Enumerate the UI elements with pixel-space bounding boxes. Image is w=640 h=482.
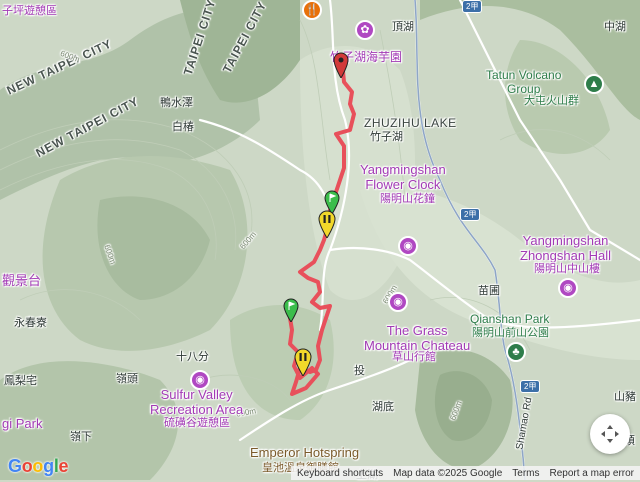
poi-label-flower-clock-zh[interactable]: 陽明山花鐘	[380, 192, 435, 207]
end-pin-icon[interactable]	[333, 52, 349, 78]
place-label: 鴨水澤	[160, 97, 193, 109]
terms-link[interactable]: Terms	[512, 468, 539, 479]
place-label: 中湖	[604, 21, 626, 33]
camera-icon[interactable]: ◉	[558, 278, 578, 298]
pause-pin-icon[interactable]	[318, 210, 336, 238]
pause-pin-icon[interactable]	[294, 348, 312, 376]
poi-label-sulfur-valley[interactable]: Sulfur Valley Recreation Area	[150, 387, 243, 417]
restaurant-icon[interactable]: 🍴	[302, 0, 322, 20]
poi-label-grass-mountain[interactable]: The Grass Mountain Chateau	[364, 323, 470, 353]
poi-label-zhongshan-hall[interactable]: Yangmingshan Zhongshan Hall	[520, 233, 611, 263]
poi-label-emperor-hotspring[interactable]: Emperor Hotspring	[250, 445, 359, 460]
keyboard-shortcuts-link[interactable]: Keyboard shortcuts	[297, 468, 383, 479]
camera-icon[interactable]: ◉	[388, 292, 408, 312]
map-footer: Keyboard shortcuts Map data ©2025 Google…	[290, 466, 640, 480]
poi-label-flower-clock[interactable]: Yangmingshan Flower Clock	[360, 162, 446, 192]
place-label: 十八分	[176, 351, 209, 363]
place-label: 白椿	[172, 121, 194, 133]
tree-icon[interactable]: ♣	[506, 342, 526, 362]
camera-control-button[interactable]	[590, 414, 630, 454]
place-label: 永春寮	[14, 317, 47, 329]
place-label: 子坪遊憩區	[2, 5, 57, 17]
poi-label-tatun[interactable]: Tatun Volcano Group	[486, 68, 561, 96]
poi-label-qianshan-zh[interactable]: 陽明山前山公園	[472, 326, 549, 340]
poi-label-grass-mountain-zh[interactable]: 草山行館	[392, 350, 436, 365]
volcano-icon[interactable]: ▲	[584, 74, 604, 94]
place-label: 嶺頭	[116, 373, 138, 385]
place-label: 嶺下	[70, 431, 92, 443]
place-label: 山豬	[614, 391, 636, 403]
start-flag-icon[interactable]	[283, 298, 299, 322]
place-label: 觀景台	[2, 273, 42, 288]
camera-icon[interactable]: ◉	[398, 236, 418, 256]
road-badge: 2甲	[460, 208, 481, 221]
poi-label-sulfur-valley-zh[interactable]: 硫磺谷遊憩區	[164, 416, 230, 431]
place-label: 湖底	[372, 401, 394, 413]
road-badge: 2甲	[520, 380, 541, 393]
report-map-error-link[interactable]: Report a map error	[550, 468, 634, 479]
flower-icon[interactable]: ✿	[355, 20, 375, 40]
poi-label-tatun-zh[interactable]: 大屯火山群	[524, 94, 579, 108]
poi-label-zhongshan-hall-zh[interactable]: 陽明山中山樓	[534, 262, 600, 277]
place-label: 鳳梨宅	[4, 375, 37, 387]
google-logo: Google	[8, 456, 69, 476]
road-badge: 2甲	[462, 0, 483, 13]
camera-control-icon	[601, 425, 619, 443]
map-data-attribution: Map data ©2025 Google	[393, 467, 503, 479]
place-label: 苗圃	[478, 285, 500, 297]
place-label: gi Park	[2, 416, 43, 431]
poi-label-qianshan[interactable]: Qianshan Park	[470, 312, 549, 326]
place-label: 頂湖	[392, 21, 414, 33]
place-label: 投	[354, 365, 365, 377]
place-label: 竹子湖	[370, 131, 403, 143]
